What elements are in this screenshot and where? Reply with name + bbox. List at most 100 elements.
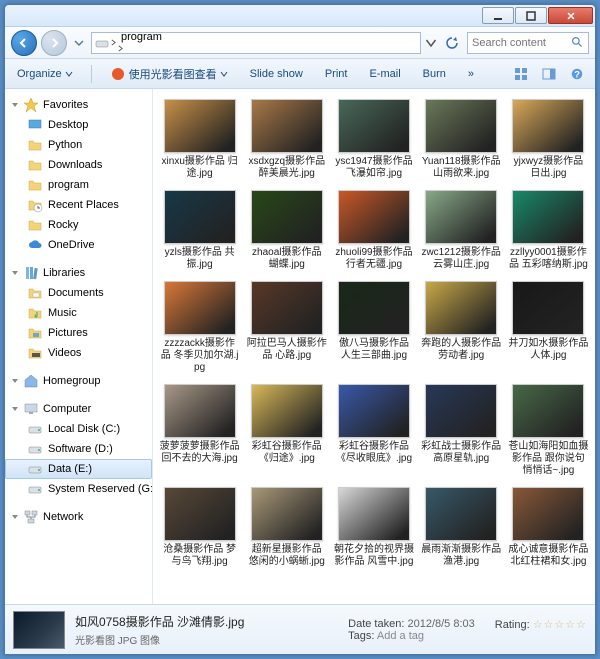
sidebar-item[interactable]: program <box>5 175 152 195</box>
chevron-right-icon <box>117 45 124 52</box>
file-label: zhaoal摄影作品 蝴蝶.jpg <box>247 247 327 271</box>
minimize-button[interactable] <box>482 7 514 24</box>
expand-icon[interactable] <box>11 269 19 277</box>
file-thumbnail[interactable]: 朝花夕拾的视界摄影作品 风雪中.jpg <box>331 485 416 570</box>
sidebar-item[interactable]: Downloads <box>5 155 152 175</box>
sidebar: FavoritesDesktopPythonDownloadsprogramRe… <box>5 89 153 604</box>
sidebar-item[interactable]: System Reserved (G:) <box>5 479 152 499</box>
file-label: 成心诚意摄影作品 北红柱裙和女.jpg <box>508 544 588 568</box>
email-button[interactable]: E-mail <box>365 66 404 82</box>
file-label: 晨雨渐渐摄影作品 渔港.jpg <box>421 544 501 568</box>
burn-button[interactable]: Burn <box>419 66 450 82</box>
sidebar-item[interactable]: Music <box>5 303 152 323</box>
sidebar-item[interactable]: Local Disk (C:) <box>5 419 152 439</box>
file-label: yjxwyz摄影作品 日出.jpg <box>508 156 588 180</box>
sidebar-group-network[interactable]: Network <box>5 507 152 527</box>
expand-icon[interactable] <box>11 377 19 385</box>
file-label: zzzzackk摄影作品 冬季贝加尔湖.jpg <box>160 338 240 374</box>
toolbar-overflow[interactable]: » <box>464 66 478 82</box>
search-input[interactable] <box>472 37 567 49</box>
chevron-down-icon <box>220 70 228 78</box>
file-label: 朝花夕拾的视界摄影作品 风雪中.jpg <box>334 544 414 568</box>
help-button[interactable]: ? <box>567 64 587 84</box>
content-pane[interactable]: xinxu摄影作品 归途.jpgxsdxgzq摄影作品 醉美晨光.jpgysc1… <box>153 89 595 604</box>
file-thumbnail[interactable]: yjxwyz摄影作品 日出.jpg <box>506 97 591 182</box>
sidebar-item[interactable]: OneDrive <box>5 235 152 255</box>
organize-menu[interactable]: Organize <box>13 66 77 82</box>
forward-button[interactable] <box>41 30 67 56</box>
file-thumbnail[interactable]: 超新星摄影作品 悠闲的小蜗蜥.jpg <box>244 485 329 570</box>
file-label: 菠萝菠萝摄影作品 回不去的大海.jpg <box>160 441 240 465</box>
view-options-button[interactable] <box>511 64 531 84</box>
breadcrumb-segment[interactable]: program <box>117 32 173 43</box>
file-thumbnail[interactable]: xinxu摄影作品 归途.jpg <box>157 97 242 182</box>
close-button[interactable] <box>548 7 593 24</box>
file-thumbnail[interactable]: 并刀如水摄影作品 人体.jpg <box>506 279 591 376</box>
maximize-button[interactable] <box>515 7 547 24</box>
file-thumbnail[interactable]: ysc1947摄影作品 飞瀑如帘.jpg <box>331 97 416 182</box>
breadcrumb-dropdown-icon[interactable] <box>425 37 437 49</box>
search-icon <box>571 36 584 49</box>
chevron-down-icon <box>65 70 73 78</box>
date-taken-value[interactable]: 2012/8/5 8:03 <box>407 618 474 630</box>
file-thumbnail[interactable]: 阿拉巴马人摄影作品 心路.jpg <box>244 279 329 376</box>
search-box[interactable] <box>467 32 589 54</box>
expand-icon[interactable] <box>11 405 19 413</box>
refresh-button[interactable] <box>441 32 463 54</box>
file-label: yzls摄影作品 共振.jpg <box>160 247 240 271</box>
navbar: Data (E:)RockyprogramfetchXitekcontent <box>5 27 595 59</box>
file-thumbnail[interactable]: zzllyy0001摄影作品 五彩喀纳斯.jpg <box>506 188 591 273</box>
file-label: xsdxgzq摄影作品 醉美晨光.jpg <box>247 156 327 180</box>
file-thumbnail[interactable]: 成心诚意摄影作品 北红柱裙和女.jpg <box>506 485 591 570</box>
breadcrumb[interactable]: Data (E:)RockyprogramfetchXitekcontent <box>91 32 421 54</box>
expand-icon[interactable] <box>11 101 19 109</box>
file-thumbnail[interactable]: zwc1212摄影作品 云雾山庄.jpg <box>419 188 504 273</box>
drive-icon <box>94 35 110 51</box>
app-icon <box>110 66 126 82</box>
sidebar-item[interactable]: Desktop <box>5 115 152 135</box>
sidebar-item[interactable]: Documents <box>5 283 152 303</box>
date-taken-label: Date taken: <box>348 618 404 630</box>
sidebar-item[interactable]: Videos <box>5 343 152 363</box>
slideshow-button[interactable]: Slide show <box>246 66 307 82</box>
file-label: 彩虹谷摄影作品 《尽收眼底》.jpg <box>334 441 414 465</box>
file-thumbnail[interactable]: 菠萝菠萝摄影作品 回不去的大海.jpg <box>157 382 242 479</box>
preview-pane-button[interactable] <box>539 64 559 84</box>
file-thumbnail[interactable]: xsdxgzq摄影作品 醉美晨光.jpg <box>244 97 329 182</box>
sidebar-item[interactable]: Software (D:) <box>5 439 152 459</box>
file-thumbnail[interactable]: 奔跑的人摄影作品 劳动者.jpg <box>419 279 504 376</box>
file-thumbnail[interactable]: Yuan118摄影作品 山雨欲来.jpg <box>419 97 504 182</box>
file-label: 傲八马摄影作品 人生三部曲.jpg <box>334 338 414 362</box>
sidebar-group-computer[interactable]: Computer <box>5 399 152 419</box>
sidebar-item[interactable]: Recent Places <box>5 195 152 215</box>
rating-label: Rating: <box>495 619 530 631</box>
back-button[interactable] <box>11 30 37 56</box>
file-thumbnail[interactable]: 彩虹战士摄影作品 高原星轨.jpg <box>419 382 504 479</box>
rating-stars[interactable]: ☆☆☆☆☆ <box>533 619 587 631</box>
details-filename: 如风0758摄影作品 沙滩倩影.jpg <box>75 613 338 630</box>
history-dropdown-icon[interactable] <box>71 35 87 51</box>
file-thumbnail[interactable]: 彩虹谷摄影作品 《归途》.jpg <box>244 382 329 479</box>
file-thumbnail[interactable]: 晨雨渐渐摄影作品 渔港.jpg <box>419 485 504 570</box>
details-thumbnail <box>13 611 65 649</box>
open-with-viewer[interactable]: 使用光影看图查看 <box>106 64 232 84</box>
file-thumbnail[interactable]: 傲八马摄影作品 人生三部曲.jpg <box>331 279 416 376</box>
sidebar-group-libraries[interactable]: Libraries <box>5 263 152 283</box>
sidebar-item[interactable]: Python <box>5 135 152 155</box>
file-thumbnail[interactable]: 沧桑摄影作品 梦与鸟飞翔.jpg <box>157 485 242 570</box>
tags-value[interactable]: Add a tag <box>377 630 424 642</box>
sidebar-item[interactable]: Data (E:) <box>5 459 152 479</box>
expand-icon[interactable] <box>11 513 19 521</box>
file-thumbnail[interactable]: zhaoal摄影作品 蝴蝶.jpg <box>244 188 329 273</box>
sidebar-group-homegroup[interactable]: Homegroup <box>5 371 152 391</box>
sidebar-group-favorites[interactable]: Favorites <box>5 95 152 115</box>
file-thumbnail[interactable]: zhuoli99摄影作品 行者无疆.jpg <box>331 188 416 273</box>
print-button[interactable]: Print <box>321 66 352 82</box>
file-thumbnail[interactable]: 彩虹谷摄影作品 《尽收眼底》.jpg <box>331 382 416 479</box>
file-thumbnail[interactable]: yzls摄影作品 共振.jpg <box>157 188 242 273</box>
file-thumbnail[interactable]: 苍山如海阳如血摄影作品 跟你说句悄悄话~.jpg <box>506 382 591 479</box>
svg-text:?: ? <box>574 69 580 80</box>
file-thumbnail[interactable]: zzzzackk摄影作品 冬季贝加尔湖.jpg <box>157 279 242 376</box>
sidebar-item[interactable]: Pictures <box>5 323 152 343</box>
sidebar-item[interactable]: Rocky <box>5 215 152 235</box>
